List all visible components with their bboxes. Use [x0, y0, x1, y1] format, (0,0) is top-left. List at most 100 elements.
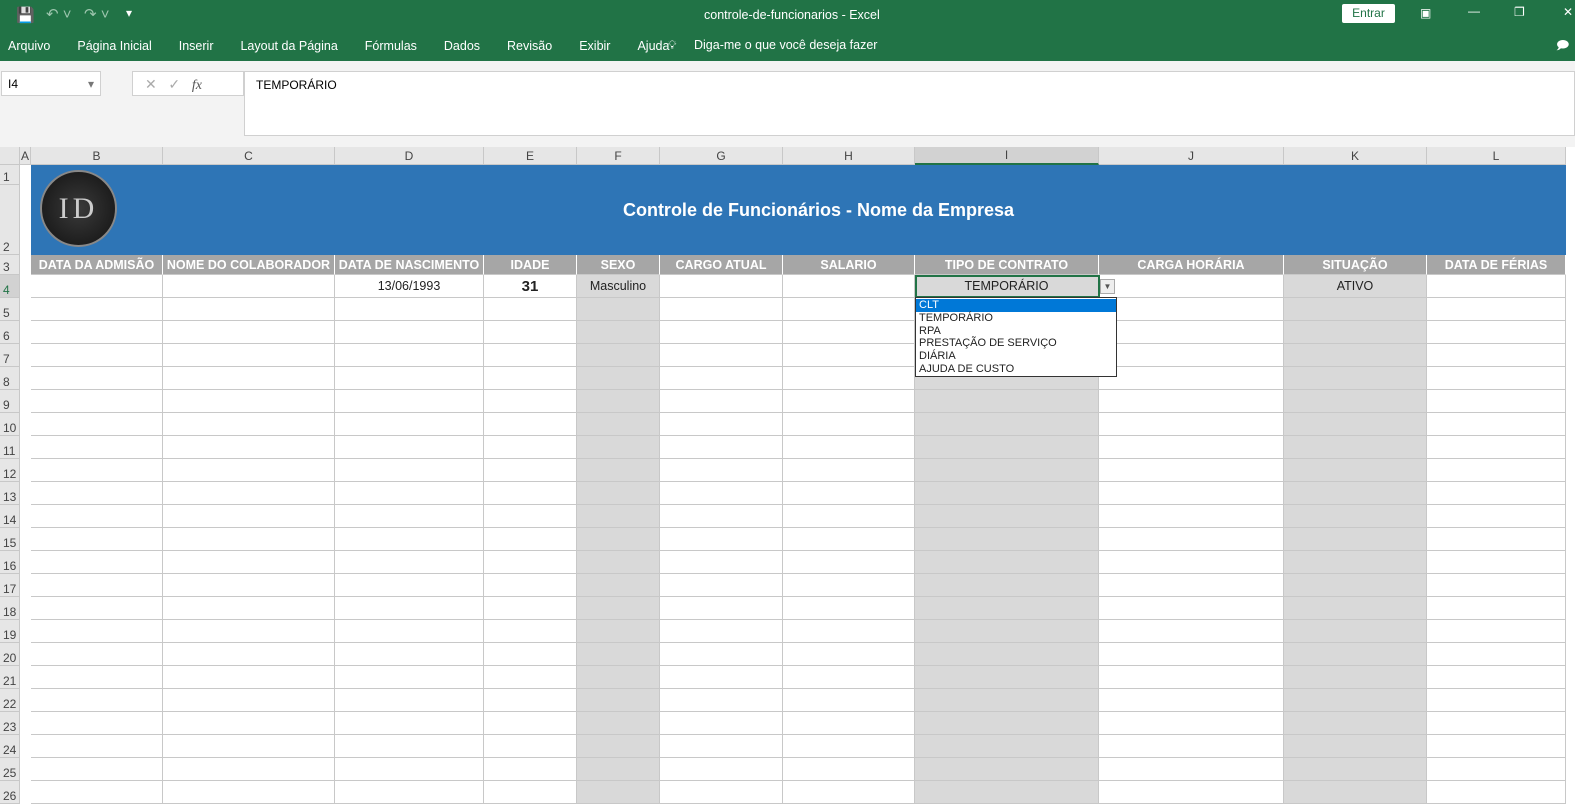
- cell-D19[interactable]: [335, 620, 484, 643]
- cell-I13[interactable]: [915, 482, 1099, 505]
- cell-H12[interactable]: [783, 459, 915, 482]
- cell-L9[interactable]: [1427, 390, 1566, 413]
- cell-I21[interactable]: [915, 666, 1099, 689]
- cell-D15[interactable]: [335, 528, 484, 551]
- row-header-4[interactable]: 4: [0, 275, 20, 298]
- cell-L13[interactable]: [1427, 482, 1566, 505]
- dropdown-option[interactable]: RPA: [916, 325, 1116, 338]
- cell-B5[interactable]: [31, 298, 163, 321]
- cell-C21[interactable]: [163, 666, 335, 689]
- cell-H26[interactable]: [783, 781, 915, 804]
- column-header-D[interactable]: D: [335, 147, 484, 165]
- column-header-C[interactable]: C: [163, 147, 335, 165]
- cell-F21[interactable]: [577, 666, 660, 689]
- cell-F4[interactable]: Masculino: [577, 275, 660, 298]
- cell-K7[interactable]: [1284, 344, 1427, 367]
- row-header-15[interactable]: 15: [0, 528, 20, 551]
- cell-G9[interactable]: [660, 390, 783, 413]
- cell-C20[interactable]: [163, 643, 335, 666]
- cell-E16[interactable]: [484, 551, 577, 574]
- cell-H22[interactable]: [783, 689, 915, 712]
- cell-H13[interactable]: [783, 482, 915, 505]
- cell-L4[interactable]: [1427, 275, 1566, 298]
- cell-J15[interactable]: [1099, 528, 1284, 551]
- cell-K25[interactable]: [1284, 758, 1427, 781]
- cell-C26[interactable]: [163, 781, 335, 804]
- row-header-13[interactable]: 13: [0, 482, 20, 505]
- cell-L16[interactable]: [1427, 551, 1566, 574]
- cell-C12[interactable]: [163, 459, 335, 482]
- cell-G22[interactable]: [660, 689, 783, 712]
- row-header-14[interactable]: 14: [0, 505, 20, 528]
- dropdown-option[interactable]: AJUDA DE CUSTO: [916, 363, 1116, 376]
- cell-C13[interactable]: [163, 482, 335, 505]
- cell-C5[interactable]: [163, 298, 335, 321]
- cell-D11[interactable]: [335, 436, 484, 459]
- select-all-button[interactable]: [0, 147, 20, 165]
- cell-J26[interactable]: [1099, 781, 1284, 804]
- cell-K5[interactable]: [1284, 298, 1427, 321]
- ribbon-tab-2[interactable]: Inserir: [179, 39, 214, 53]
- cell-E12[interactable]: [484, 459, 577, 482]
- cell-L24[interactable]: [1427, 735, 1566, 758]
- cell-B13[interactable]: [31, 482, 163, 505]
- cell-B6[interactable]: [31, 321, 163, 344]
- cell-B14[interactable]: [31, 505, 163, 528]
- cell-F25[interactable]: [577, 758, 660, 781]
- column-header-J[interactable]: J: [1099, 147, 1284, 165]
- cell-C17[interactable]: [163, 574, 335, 597]
- cell-L18[interactable]: [1427, 597, 1566, 620]
- row-header-7[interactable]: 7: [0, 344, 20, 367]
- cell-E11[interactable]: [484, 436, 577, 459]
- row-header-26[interactable]: 26: [0, 781, 20, 804]
- cell-K18[interactable]: [1284, 597, 1427, 620]
- ribbon-display-icon[interactable]: ▣: [1420, 6, 1431, 20]
- fx-icon[interactable]: fx: [192, 78, 202, 93]
- cell-K11[interactable]: [1284, 436, 1427, 459]
- ribbon-tab-5[interactable]: Dados: [444, 39, 480, 53]
- cell-H8[interactable]: [783, 367, 915, 390]
- cell-G26[interactable]: [660, 781, 783, 804]
- cell-H18[interactable]: [783, 597, 915, 620]
- redo-icon[interactable]: ↷ ˅: [84, 5, 110, 23]
- cell-K21[interactable]: [1284, 666, 1427, 689]
- cell-L17[interactable]: [1427, 574, 1566, 597]
- cell-J25[interactable]: [1099, 758, 1284, 781]
- cell-I26[interactable]: [915, 781, 1099, 804]
- cell-C18[interactable]: [163, 597, 335, 620]
- cell-K16[interactable]: [1284, 551, 1427, 574]
- dropdown-option[interactable]: TEMPORÁRIO: [916, 312, 1116, 325]
- cell-I15[interactable]: [915, 528, 1099, 551]
- cell-H14[interactable]: [783, 505, 915, 528]
- cell-K8[interactable]: [1284, 367, 1427, 390]
- cell-E9[interactable]: [484, 390, 577, 413]
- cell-C9[interactable]: [163, 390, 335, 413]
- cell-F26[interactable]: [577, 781, 660, 804]
- cell-D24[interactable]: [335, 735, 484, 758]
- cell-F17[interactable]: [577, 574, 660, 597]
- cell-G7[interactable]: [660, 344, 783, 367]
- cell-I9[interactable]: [915, 390, 1099, 413]
- cell-G15[interactable]: [660, 528, 783, 551]
- cell-J9[interactable]: [1099, 390, 1284, 413]
- cell-C4[interactable]: [163, 275, 335, 298]
- cell-H23[interactable]: [783, 712, 915, 735]
- cell-E20[interactable]: [484, 643, 577, 666]
- cell-I14[interactable]: [915, 505, 1099, 528]
- row-header-20[interactable]: 20: [0, 643, 20, 666]
- cell-D21[interactable]: [335, 666, 484, 689]
- cell-L20[interactable]: [1427, 643, 1566, 666]
- cell-D16[interactable]: [335, 551, 484, 574]
- column-header-B[interactable]: B: [31, 147, 163, 165]
- cell-C15[interactable]: [163, 528, 335, 551]
- cell-E24[interactable]: [484, 735, 577, 758]
- cell-G6[interactable]: [660, 321, 783, 344]
- cell-I17[interactable]: [915, 574, 1099, 597]
- cell-G8[interactable]: [660, 367, 783, 390]
- cell-F20[interactable]: [577, 643, 660, 666]
- cell-E21[interactable]: [484, 666, 577, 689]
- row-header-1[interactable]: 1: [0, 165, 20, 185]
- cell-D4[interactable]: 13/06/1993: [335, 275, 484, 298]
- cell-H16[interactable]: [783, 551, 915, 574]
- cell-H7[interactable]: [783, 344, 915, 367]
